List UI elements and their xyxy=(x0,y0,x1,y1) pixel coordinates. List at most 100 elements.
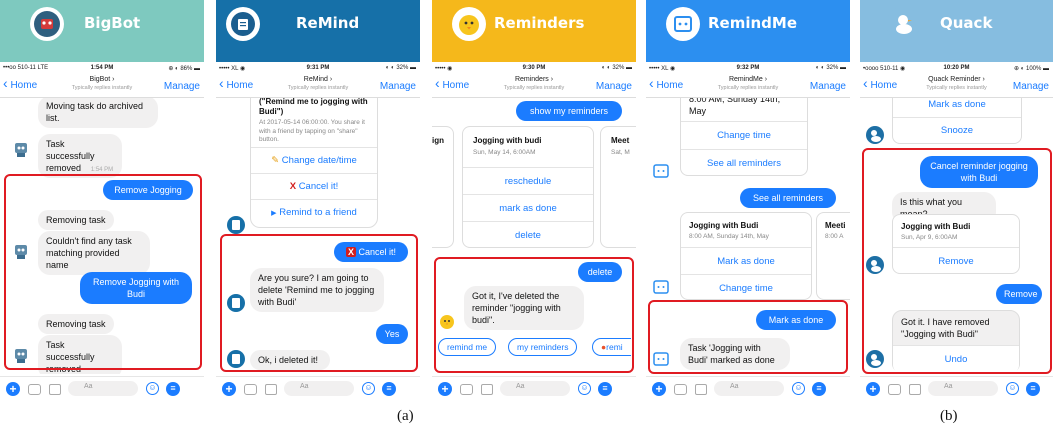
menu-icon[interactable]: ≡ xyxy=(812,382,826,396)
card-subtitle: Sun, May 14, 6:00AM xyxy=(473,149,536,156)
timestamp: 1:54 PM xyxy=(90,167,114,173)
emoji-icon[interactable]: ☺ xyxy=(1006,382,1019,395)
app-header: RemindMe xyxy=(646,0,850,62)
message-input[interactable]: Aa xyxy=(928,381,998,396)
delete-button[interactable]: delete xyxy=(463,221,593,248)
carousel-card-next: Meet Sat, M xyxy=(600,126,636,248)
pencil-icon: ✎ xyxy=(271,155,280,166)
plus-icon[interactable]: + xyxy=(866,382,880,396)
menu-icon[interactable]: ≡ xyxy=(598,382,612,396)
message-input[interactable]: Aa xyxy=(284,381,354,396)
status-bar: ••••• XL ◉ 9:32 PM ◐ ◐ 32% ▬ xyxy=(646,62,850,74)
x-icon: X xyxy=(289,181,297,192)
app-name: Reminders xyxy=(494,14,585,32)
manage-button[interactable]: Manage xyxy=(596,81,632,92)
app-name: ReMind xyxy=(296,14,360,32)
plus-icon[interactable]: + xyxy=(652,382,666,396)
mark-done-button[interactable]: Mark as done xyxy=(681,247,811,274)
caption-a: (a) xyxy=(397,408,414,424)
user-message: See all reminders xyxy=(740,188,836,208)
card-subtitle: 8:00 A xyxy=(825,233,844,240)
change-time-button[interactable]: Change time xyxy=(681,274,811,301)
remind-friend-button[interactable]: ▶ Remind to a friend xyxy=(251,199,377,225)
image-icon[interactable] xyxy=(265,384,277,395)
manage-button[interactable]: Manage xyxy=(380,81,416,92)
card-subtitle: 8:00 AM, Sunday 14th, May xyxy=(689,233,769,240)
emoji-icon[interactable]: ☺ xyxy=(362,382,375,395)
image-icon[interactable] xyxy=(481,384,493,395)
manage-button[interactable]: Manage xyxy=(810,81,846,92)
emoji-icon[interactable]: ☺ xyxy=(792,382,805,395)
plus-icon[interactable]: + xyxy=(222,382,236,396)
card-subtitle: Sat, M xyxy=(611,149,630,156)
status-bar: •oooo 510-11 ◉ 10:20 PM ⊕ ◐ 100% ▬ xyxy=(860,62,1053,74)
message-input[interactable]: Aa xyxy=(500,381,570,396)
plus-icon[interactable]: + xyxy=(438,382,452,396)
composer-bar: + Aa ☺ ≡ xyxy=(0,376,204,400)
nav-bar: ‹ Home Reminders › Typically replies ins… xyxy=(432,74,636,98)
bot-avatar xyxy=(12,140,30,158)
bigbot-logo-icon xyxy=(30,7,64,41)
reminder-card: Mark as done Snooze xyxy=(892,98,1022,144)
duck-avatar-icon xyxy=(866,126,884,144)
app-header: Reminders xyxy=(432,0,636,62)
card-title: Meet xyxy=(611,136,630,145)
cancel-it-button[interactable]: X Cancel it! xyxy=(251,173,377,199)
image-icon[interactable] xyxy=(909,384,921,395)
manage-button[interactable]: Manage xyxy=(1013,81,1049,92)
image-icon[interactable] xyxy=(49,384,61,395)
emoji-icon[interactable]: ☺ xyxy=(578,382,591,395)
bot-avatar xyxy=(652,162,670,180)
battery: ⊕ ◐ 100% ▬ xyxy=(1014,66,1049,72)
bot-avatar xyxy=(227,216,245,234)
camera-icon[interactable] xyxy=(674,384,687,395)
remindme-logo-icon xyxy=(666,7,700,41)
camera-icon[interactable] xyxy=(460,384,473,395)
play-icon: ▶ xyxy=(271,210,277,217)
panel-quack: Quack •oooo 510-11 ◉ 10:20 PM ⊕ ◐ 100% ▬… xyxy=(860,0,1053,400)
manage-button[interactable]: Manage xyxy=(164,81,200,92)
message-input[interactable]: Aa xyxy=(714,381,784,396)
camera-icon[interactable] xyxy=(888,384,901,395)
card-title: Meeti xyxy=(825,221,846,230)
carousel-card-prev: ign xyxy=(432,126,454,248)
mark-done-button[interactable]: Mark as done xyxy=(893,98,1021,117)
camera-icon[interactable] xyxy=(244,384,257,395)
app-name: BigBot xyxy=(84,14,141,32)
app-header: Quack xyxy=(860,0,1053,62)
panel-remind: ReMind ••••• XL ◉ 9:31 PM ◐ ◐ 32% ▬ ‹ Ho… xyxy=(216,0,420,400)
message-input[interactable]: Aa xyxy=(68,381,138,396)
composer-bar: + Aa ☺ ≡ xyxy=(860,376,1053,400)
bot-avatar xyxy=(652,278,670,296)
change-datetime-button[interactable]: ✎ Change date/time xyxy=(251,147,377,173)
button-label: Change date/time xyxy=(281,155,357,166)
menu-icon[interactable]: ≡ xyxy=(166,382,180,396)
panel-remindme: RemindMe ••••• XL ◉ 9:32 PM ◐ ◐ 32% ▬ ‹ … xyxy=(646,0,850,400)
nav-bar: ‹ Home Quack Reminder › Typically replie… xyxy=(860,74,1053,98)
app-name: RemindMe xyxy=(708,14,798,32)
panel-bigbot: BigBot •••oo 510-11 LTE 1:54 PM ⊕ ◐ 86% … xyxy=(0,0,204,400)
highlight-box xyxy=(434,257,634,373)
change-time-button[interactable]: Change time xyxy=(681,121,807,149)
card-title: ign xyxy=(432,136,444,145)
image-icon[interactable] xyxy=(695,384,707,395)
chick-logo-icon xyxy=(452,7,486,41)
reminder-card: Jogging with Budi 8:00 AM, Sunday 14th, … xyxy=(680,212,812,300)
card-title: Jogging with budi xyxy=(473,136,542,145)
emoji-icon[interactable]: ☺ xyxy=(146,382,159,395)
composer-bar: + Aa ☺ ≡ xyxy=(216,376,420,400)
caption-b: (b) xyxy=(940,408,958,424)
composer-bar: + Aa ☺ ≡ xyxy=(646,376,850,400)
see-all-button[interactable]: See all reminders xyxy=(681,149,807,177)
camera-icon[interactable] xyxy=(28,384,41,395)
snooze-button[interactable]: Snooze xyxy=(893,117,1021,143)
status-bar: •••oo 510-11 LTE 1:54 PM ⊕ ◐ 86% ▬ xyxy=(0,62,204,74)
reschedule-button[interactable]: reschedule xyxy=(463,167,593,194)
menu-icon[interactable]: ≡ xyxy=(382,382,396,396)
app-header: BigBot xyxy=(0,0,204,62)
panel-reminders: Reminders ••••• ◉ 9:30 PM ◐ ◐ 32% ▬ ‹ Ho… xyxy=(432,0,636,400)
menu-icon[interactable]: ≡ xyxy=(1026,382,1040,396)
plus-icon[interactable]: + xyxy=(6,382,20,396)
nav-bar: ‹ Home BigBot › Typically replies instan… xyxy=(0,74,204,98)
mark-done-button[interactable]: mark as done xyxy=(463,194,593,221)
